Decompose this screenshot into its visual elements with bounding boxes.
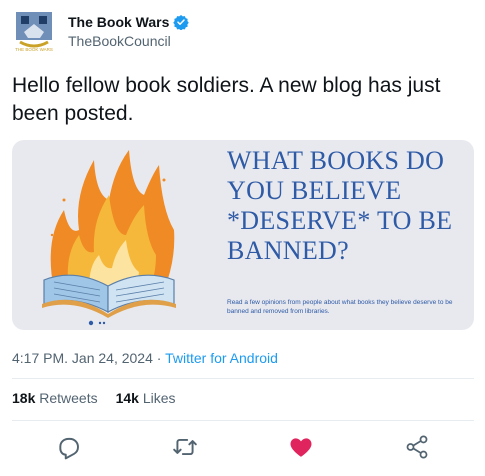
headline-line: BANNED? bbox=[227, 236, 349, 265]
tweet-stats: 18k Retweets 14k Likes bbox=[12, 390, 176, 406]
tweet-header: THE BOOK WARS The Book Wars TheBookCounc… bbox=[12, 10, 472, 54]
headline-line: *DESERVE* TO BE bbox=[227, 206, 453, 235]
verified-badge-icon bbox=[173, 15, 190, 30]
likes-count: 14k bbox=[115, 390, 139, 406]
retweets-count: 18k bbox=[12, 390, 36, 406]
handle[interactable]: TheBookCouncil bbox=[68, 33, 171, 49]
retweets-label: Retweets bbox=[39, 390, 98, 406]
share-icon[interactable] bbox=[404, 434, 430, 460]
tweet-date[interactable]: Jan 24, 2024 bbox=[72, 350, 153, 366]
carousel-dots-icon bbox=[88, 320, 106, 326]
divider bbox=[12, 420, 474, 421]
like-icon[interactable] bbox=[288, 434, 314, 460]
action-bar bbox=[0, 428, 485, 468]
retweets-stat[interactable]: 18k Retweets bbox=[12, 390, 98, 406]
media-image[interactable]: WHAT BOOKS DO YOU BELIEVE *DESERVE* TO B… bbox=[12, 140, 474, 330]
avatar-text: THE BOOK WARS bbox=[15, 47, 53, 52]
likes-stat[interactable]: 14k Likes bbox=[116, 390, 176, 406]
likes-label: Likes bbox=[142, 390, 176, 406]
burning-book-illustration bbox=[42, 150, 176, 318]
display-name[interactable]: The Book Wars bbox=[68, 14, 169, 30]
meta-separator: · bbox=[156, 350, 162, 366]
divider bbox=[12, 378, 474, 379]
media-subtext: Read a few opinions from people about wh… bbox=[227, 299, 453, 315]
headline-line: WHAT BOOKS DO bbox=[227, 146, 445, 175]
retweet-icon[interactable] bbox=[172, 434, 198, 460]
book-wars-logo: THE BOOK WARS bbox=[15, 12, 53, 52]
source-app-link[interactable]: Twitter for Android bbox=[165, 350, 278, 366]
reply-icon[interactable] bbox=[56, 434, 82, 460]
tweet-meta: 4:17 PM. Jan 24, 2024 · Twitter for Andr… bbox=[12, 350, 278, 366]
tweet-time[interactable]: 4:17 PM bbox=[12, 350, 64, 366]
headline-line: YOU BELIEVE bbox=[227, 176, 402, 205]
tweet-text: Hello fellow book soldiers. A new blog h… bbox=[12, 74, 441, 125]
name-row: The Book Wars bbox=[68, 14, 190, 30]
avatar[interactable]: THE BOOK WARS bbox=[12, 10, 56, 54]
media-headline: WHAT BOOKS DO YOU BELIEVE *DESERVE* TO B… bbox=[227, 146, 467, 266]
